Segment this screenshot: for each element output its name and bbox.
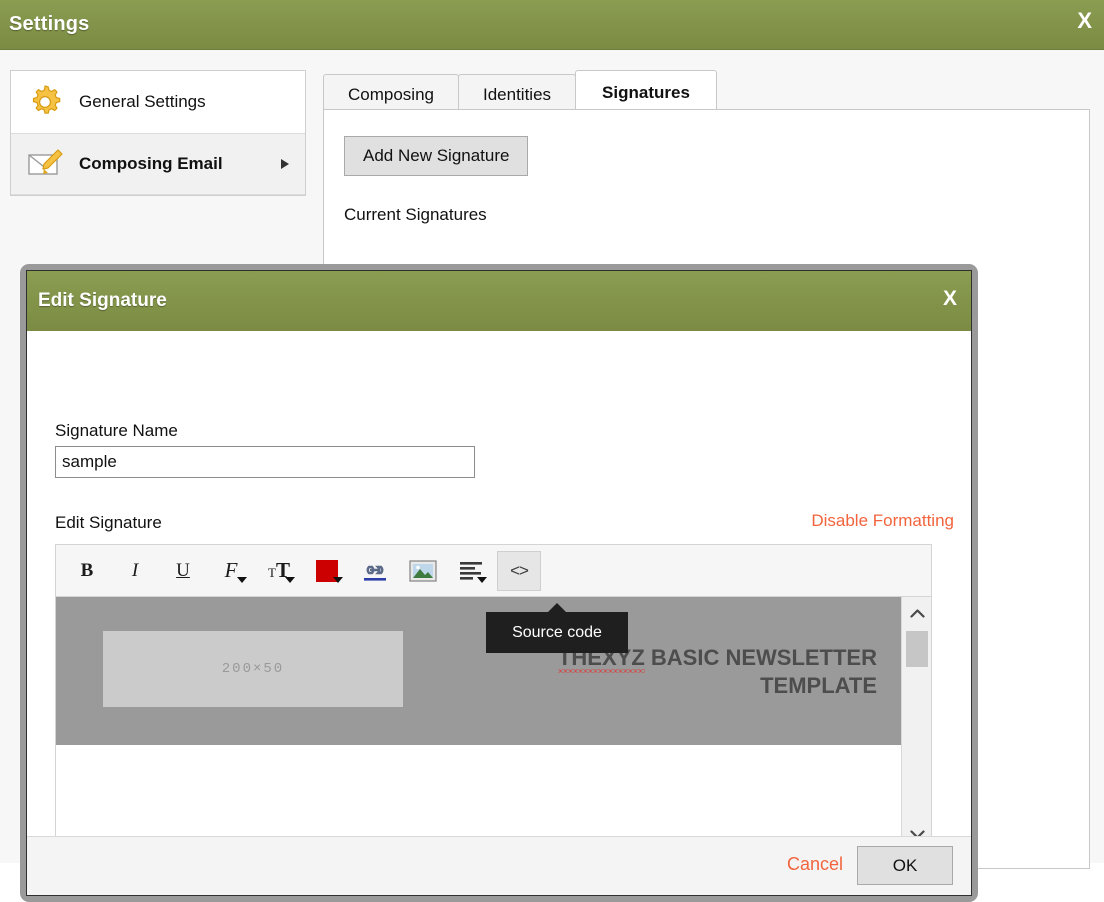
chevron-down-icon xyxy=(333,576,343,583)
sidebar-item-label: General Settings xyxy=(79,92,206,111)
source-code-icon[interactable]: <> xyxy=(497,550,541,591)
italic-icon[interactable]: I xyxy=(113,551,157,591)
signature-banner: 200×50 THEXYZ BASIC NEWSLETTER TEMPLATE xyxy=(56,597,903,745)
edit-signature-label: Edit Signature xyxy=(55,513,162,532)
chevron-down-icon xyxy=(477,576,487,583)
tooltip-arrow xyxy=(547,603,567,613)
settings-sidebar: General Settings Composing Email xyxy=(10,70,306,196)
chevron-down-icon xyxy=(285,576,295,583)
current-signatures-heading: Current Signatures xyxy=(344,205,487,224)
scrollbar-thumb[interactable] xyxy=(906,631,928,667)
ok-button[interactable]: OK xyxy=(857,846,953,885)
page-title: Settings xyxy=(9,13,90,35)
headline-rest: BASIC NEWSLETTER TEMPLATE xyxy=(644,645,877,698)
dialog-body: Signature Name Edit Signature Disable Fo… xyxy=(27,331,971,851)
gear-icon xyxy=(25,82,65,122)
dialog-close-icon[interactable]: X xyxy=(943,288,957,309)
close-icon[interactable]: X xyxy=(1077,10,1092,32)
signature-name-input[interactable] xyxy=(55,446,475,478)
underline-icon[interactable]: U xyxy=(161,551,205,591)
dialog-title: Edit Signature xyxy=(38,290,167,311)
dialog-titlebar: Edit Signature X xyxy=(27,271,971,331)
insert-link-icon[interactable] xyxy=(353,551,397,591)
editor-scrollbar[interactable] xyxy=(901,597,931,850)
disable-formatting-link[interactable]: Disable Formatting xyxy=(811,511,954,531)
insert-image-icon[interactable] xyxy=(401,551,445,591)
edit-signature-dialog: Edit Signature X Signature Name Edit Sig… xyxy=(26,270,972,896)
add-new-signature-button[interactable]: Add New Signature xyxy=(344,136,529,176)
text-color-icon[interactable] xyxy=(305,551,349,591)
sidebar-item-composing-email[interactable]: Composing Email xyxy=(11,133,305,195)
tooltip-label: Source code xyxy=(512,623,602,641)
font-family-icon[interactable]: F xyxy=(209,551,253,591)
image-placeholder-label: 200×50 xyxy=(221,661,285,677)
scroll-up-icon[interactable] xyxy=(902,599,931,627)
bold-icon[interactable]: B xyxy=(65,551,109,591)
image-placeholder: 200×50 xyxy=(103,631,403,707)
chevron-right-icon xyxy=(281,159,289,169)
align-text-icon[interactable] xyxy=(449,551,493,591)
app-header: Settings X xyxy=(0,0,1104,50)
sidebar-item-general-settings[interactable]: General Settings xyxy=(11,71,305,133)
rich-text-editor: B I U F TT <> 200×50 THEXYZ BASIC NEWSLE… xyxy=(55,544,932,851)
dialog-footer: Cancel OK xyxy=(27,836,971,895)
signature-name-label: Signature Name xyxy=(55,421,178,440)
cancel-button[interactable]: Cancel xyxy=(787,854,843,875)
sidebar-item-label: Composing Email xyxy=(79,154,223,173)
envelope-pencil-icon xyxy=(25,144,65,184)
font-size-icon[interactable]: TT xyxy=(257,551,301,591)
chevron-down-icon xyxy=(237,576,247,583)
editor-toolbar: B I U F TT <> xyxy=(56,545,931,597)
source-code-tooltip: Source code xyxy=(486,603,628,653)
page-body: General Settings Composing Email Composi… xyxy=(0,50,1104,902)
